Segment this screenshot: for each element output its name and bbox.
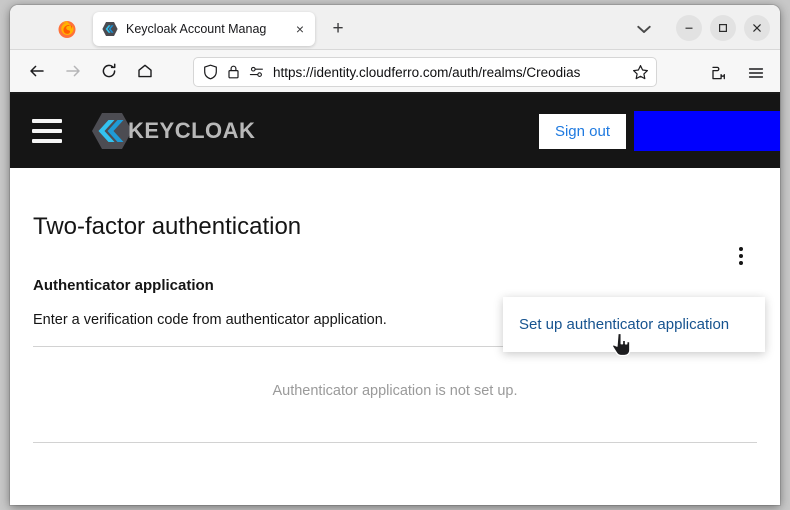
minimize-icon xyxy=(683,22,695,34)
menu-item-set-up-authenticator[interactable]: Set up authenticator application xyxy=(503,310,765,339)
tab-strip: Keycloak Account Manag × + xyxy=(10,5,780,50)
keycloak-favicon xyxy=(102,21,118,37)
list-all-tabs-button[interactable] xyxy=(631,17,657,41)
back-button[interactable] xyxy=(22,56,52,86)
kebab-dot xyxy=(739,254,743,258)
hamburger-bar xyxy=(32,119,62,123)
forward-arrow-icon xyxy=(64,62,82,80)
app-menu-button[interactable] xyxy=(743,60,769,86)
close-icon xyxy=(751,22,763,34)
new-tab-button[interactable]: + xyxy=(325,16,351,42)
minimize-button[interactable] xyxy=(676,15,702,41)
home-icon xyxy=(136,62,154,80)
extensions-button[interactable] xyxy=(706,60,732,86)
masthead-menu-toggle[interactable] xyxy=(32,119,62,143)
keycloak-masthead: KEYCLOAK Sign out xyxy=(10,94,780,168)
section-kebab-menu-button[interactable] xyxy=(730,243,752,269)
kebab-dropdown-menu: Set up authenticator application xyxy=(503,297,765,352)
window-controls xyxy=(676,15,770,41)
firefox-logo-icon xyxy=(57,19,77,39)
page-title: Two-factor authentication xyxy=(33,168,757,241)
brand-text: KEYCLOAK xyxy=(128,118,255,144)
kebab-dot xyxy=(739,247,743,251)
keycloak-logo-icon xyxy=(91,111,133,151)
browser-tab[interactable]: Keycloak Account Manag × xyxy=(93,12,315,46)
bookmark-star-icon[interactable] xyxy=(630,64,650,81)
sign-out-button[interactable]: Sign out xyxy=(539,114,626,149)
chevron-down-icon xyxy=(637,25,651,34)
home-button[interactable] xyxy=(130,56,160,86)
navigation-toolbar: https://identity.cloudferro.com/auth/rea… xyxy=(10,50,780,94)
lock-icon[interactable] xyxy=(227,64,240,80)
hamburger-bar xyxy=(32,139,62,143)
kebab-dot xyxy=(739,261,743,265)
tab-close-icon[interactable]: × xyxy=(291,20,309,38)
back-arrow-icon xyxy=(28,62,46,80)
hamburger-bar xyxy=(32,129,62,133)
maximize-icon xyxy=(717,22,729,34)
footer-divider xyxy=(33,442,757,443)
forward-button xyxy=(58,56,88,86)
reload-icon xyxy=(100,62,118,80)
section-title: Authenticator application xyxy=(33,277,757,294)
close-window-button[interactable] xyxy=(744,15,770,41)
empty-state-message: Authenticator application is not set up. xyxy=(33,383,757,399)
extensions-icon xyxy=(710,64,728,82)
masthead-accent-block xyxy=(634,111,780,151)
brand-logo[interactable]: KEYCLOAK xyxy=(91,111,255,151)
maximize-button[interactable] xyxy=(710,15,736,41)
address-bar[interactable]: https://identity.cloudferro.com/auth/rea… xyxy=(193,57,657,87)
permissions-icon[interactable] xyxy=(249,65,264,79)
page-viewport: KEYCLOAK Sign out Two-factor authenticat… xyxy=(10,94,780,503)
browser-window: Keycloak Account Manag × + xyxy=(10,5,780,505)
url-text: https://identity.cloudferro.com/auth/rea… xyxy=(273,65,630,80)
masthead-actions: Sign out xyxy=(539,94,780,168)
reload-button[interactable] xyxy=(94,56,124,86)
hamburger-menu-icon xyxy=(747,64,765,82)
tab-title: Keycloak Account Manag xyxy=(126,12,291,46)
shield-icon[interactable] xyxy=(203,64,218,80)
